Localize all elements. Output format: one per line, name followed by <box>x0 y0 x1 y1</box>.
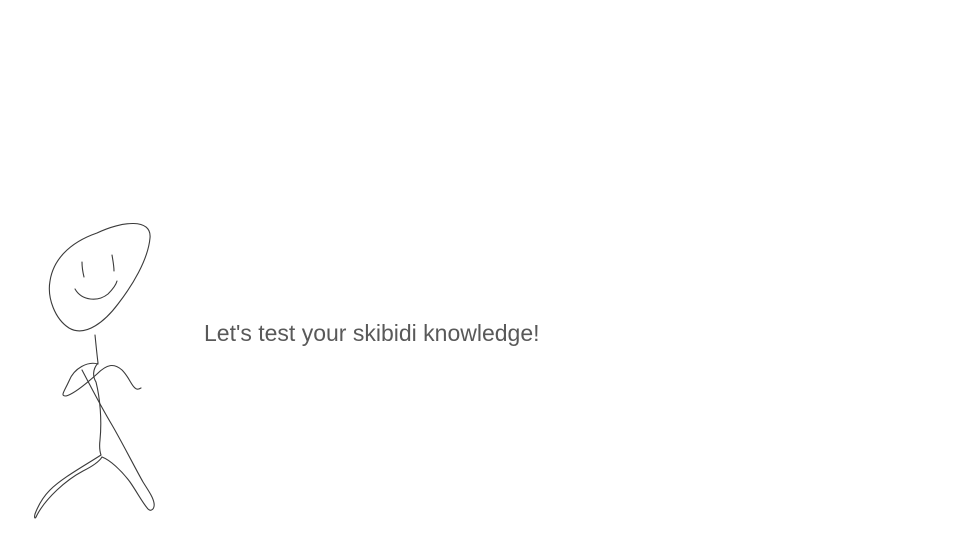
arms <box>62 362 142 397</box>
front-leg <box>81 369 155 511</box>
neck <box>94 334 99 364</box>
smile <box>74 280 118 300</box>
left-eye <box>81 261 85 278</box>
slide: Let's test your skibidi knowledge! <box>0 0 960 540</box>
head-outline <box>48 223 151 332</box>
torso <box>93 362 102 456</box>
back-leg <box>34 454 103 519</box>
slide-text: Let's test your skibidi knowledge! <box>204 320 540 346</box>
stick-figure-drawing <box>28 220 164 526</box>
right-eye <box>111 254 115 272</box>
